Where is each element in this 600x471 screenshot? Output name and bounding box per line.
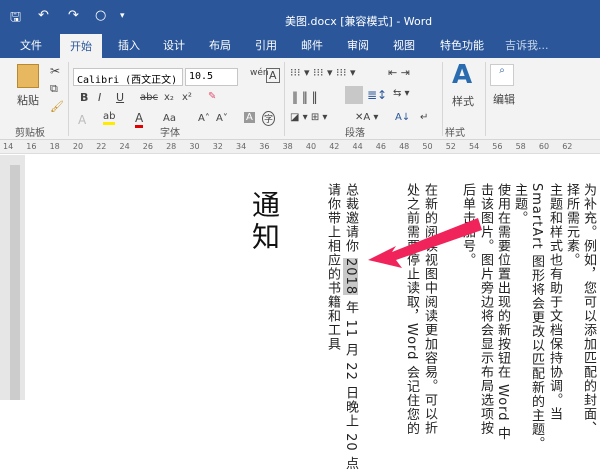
pointer-arrow-icon [368, 218, 482, 268]
arrow-annotation [368, 218, 482, 268]
